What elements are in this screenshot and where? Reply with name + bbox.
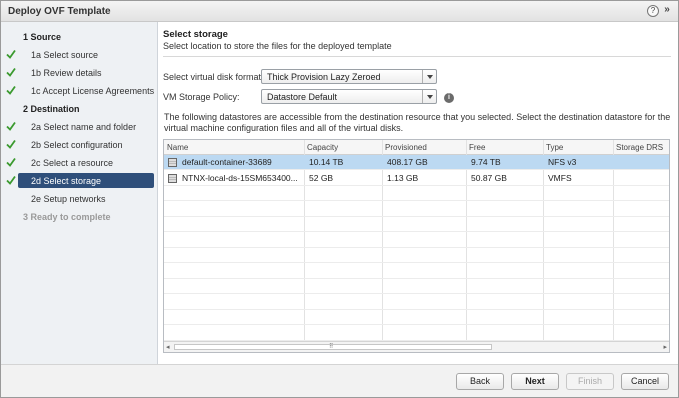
step-2e[interactable]: 2e Setup networks	[1, 191, 158, 207]
table-row	[164, 264, 669, 279]
disk-format-select[interactable]: Thick Provision Lazy Zeroed	[261, 69, 437, 84]
storage-policy-label: VM Storage Policy:	[163, 92, 240, 102]
page-title: Select storage	[163, 29, 228, 40]
cell-capacity: 10.14 TB	[309, 157, 344, 167]
finish-button: Finish	[566, 373, 614, 390]
checkmark-icon	[6, 85, 16, 95]
chevron-down-icon[interactable]	[422, 90, 436, 103]
step-label: 1 Source	[23, 32, 62, 42]
step-2c[interactable]: 2c Select a resource	[1, 155, 158, 171]
cell-provisioned: 1.13 GB	[387, 172, 419, 183]
table-row	[164, 186, 669, 201]
column-header-storage-drs[interactable]: Storage DRS	[616, 143, 663, 152]
cell-name: NTNX-local-ds-15SM653400...	[182, 172, 298, 183]
cell-type: NFS v3	[548, 157, 577, 167]
scroll-right-icon[interactable]: ▸	[663, 343, 667, 351]
deploy-ovf-dialog: Deploy OVF Template ? » 1 Source 1a Selec…	[0, 0, 679, 398]
step-2a[interactable]: 2a Select name and folder	[1, 119, 158, 135]
column-header-free[interactable]: Free	[469, 143, 485, 152]
step-1c[interactable]: 1c Accept License Agreements	[1, 83, 158, 99]
info-icon[interactable]: i	[444, 93, 454, 103]
table-row	[164, 233, 669, 248]
help-icon[interactable]: ?	[647, 5, 659, 17]
storage-policy-value: Datastore Default	[267, 92, 338, 102]
title-bar: Deploy OVF Template ? »	[1, 1, 678, 22]
step-label: 2 Destination	[23, 104, 80, 114]
divider	[163, 56, 671, 57]
step-1b[interactable]: 1b Review details	[1, 65, 158, 81]
checkmark-icon	[6, 175, 16, 185]
step-1a[interactable]: 1a Select source	[1, 47, 158, 63]
checkmark-icon	[6, 121, 16, 131]
step-label: 2d Select storage	[31, 176, 102, 186]
column-header-name[interactable]: Name	[167, 143, 188, 152]
expand-icon[interactable]: »	[662, 5, 672, 17]
step-label: 2b Select configuration	[31, 140, 123, 150]
step-label: 1a Select source	[31, 50, 99, 60]
table-row	[164, 279, 669, 294]
cell-provisioned: 408.17 GB	[387, 157, 428, 167]
wizard-steps-sidebar: 1 Source 1a Select source 1b Review detail…	[1, 22, 158, 364]
datastore-description: The following datastores are accessible …	[164, 112, 671, 133]
step-1[interactable]: 1 Source	[1, 29, 158, 45]
main-panel: Select storage Select location to store …	[158, 22, 678, 364]
cell-name: default-container-33689	[182, 157, 272, 167]
table-row	[164, 295, 669, 310]
cell-capacity: 52 GB	[309, 172, 334, 183]
scroll-left-icon[interactable]: ◂	[166, 343, 170, 351]
table-row	[164, 310, 669, 325]
disk-format-value: Thick Provision Lazy Zeroed	[267, 72, 381, 82]
step-label: 2c Select a resource	[31, 158, 114, 168]
scroll-grip-icon: ⠿	[329, 344, 334, 350]
datastore-icon	[168, 158, 177, 167]
dialog-footer: Back Next Finish Cancel	[1, 364, 678, 397]
checkmark-icon	[6, 139, 16, 149]
storage-policy-select[interactable]: Datastore Default	[261, 89, 437, 104]
table-row	[164, 248, 669, 263]
disk-format-label: Select virtual disk format:	[163, 72, 264, 82]
dialog-title: Deploy OVF Template	[8, 6, 111, 17]
cell-type: VMFS	[548, 172, 572, 183]
step-label: 2a Select name and folder	[31, 122, 137, 132]
table-row	[164, 326, 669, 341]
table-row[interactable]: default-container-33689 10.14 TB 408.17 GB…	[164, 155, 669, 170]
checkmark-icon	[6, 49, 16, 59]
table-header: Name Capacity Provisioned Free Type Stor…	[164, 140, 669, 155]
checkmark-icon	[6, 157, 16, 167]
next-button[interactable]: Next	[511, 373, 559, 390]
step-2[interactable]: 2 Destination	[1, 101, 158, 117]
step-label: 3 Ready to complete	[23, 212, 111, 222]
horizontal-scrollbar[interactable]: ◂ ⠿ ▸	[164, 341, 669, 352]
step-label: 1c Accept License Agreements	[31, 86, 155, 96]
step-3: 3 Ready to complete	[1, 209, 158, 225]
table-row[interactable]: NTNX-local-ds-15SM653400... 52 GB 1.13 GB 5…	[164, 171, 669, 186]
datastore-icon	[168, 173, 177, 183]
step-2d[interactable]: 2d Select storage	[1, 173, 158, 189]
page-subtitle: Select location to store the files for t…	[163, 41, 392, 51]
step-label: 2e Setup networks	[31, 194, 106, 204]
column-header-capacity[interactable]: Capacity	[307, 143, 338, 152]
column-header-type[interactable]: Type	[546, 143, 563, 152]
back-button[interactable]: Back	[456, 373, 504, 390]
checkmark-icon	[6, 67, 16, 77]
table-row	[164, 202, 669, 217]
cancel-button[interactable]: Cancel	[621, 373, 669, 390]
datastore-table: Name Capacity Provisioned Free Type Stor…	[163, 139, 670, 353]
cell-free: 50.87 GB	[471, 172, 507, 183]
step-label: 1b Review details	[31, 68, 102, 78]
column-header-provisioned[interactable]: Provisioned	[385, 143, 427, 152]
table-row	[164, 217, 669, 232]
chevron-down-icon[interactable]	[422, 70, 436, 83]
step-2b[interactable]: 2b Select configuration	[1, 137, 158, 153]
cell-free: 9.74 TB	[471, 157, 501, 167]
